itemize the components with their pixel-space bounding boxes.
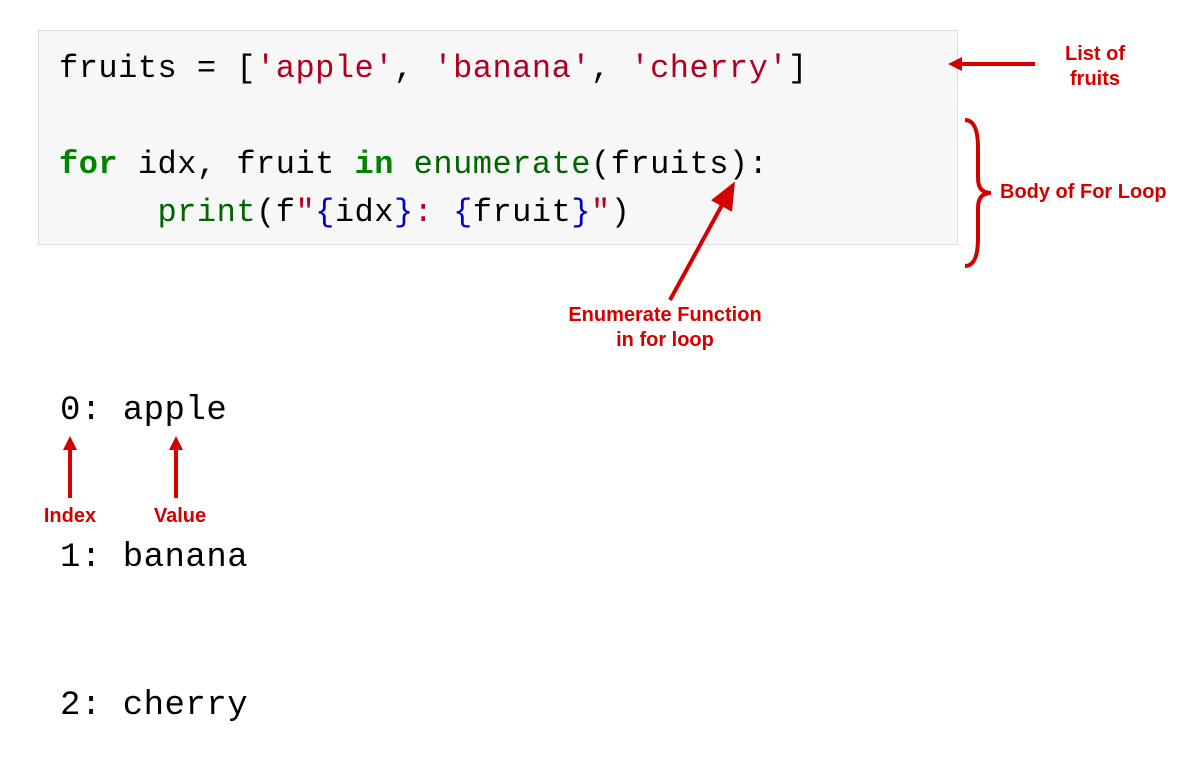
rparen: ) [611,194,631,231]
annot-list-fruits-l2: fruits [1040,67,1150,92]
lb1: { [315,194,335,231]
arrow-value-head-icon [169,436,183,450]
sp [394,146,414,183]
annot-enumerate: Enumerate Function in for loop [545,303,785,353]
fstr-colon: : [414,194,453,231]
str-banana: 'banana' [433,50,591,87]
kw-in: in [355,146,394,183]
annot-body-loop-text: Body of For Loop [1000,181,1167,203]
var-fruits: fruits [59,50,177,87]
str-apple: 'apple' [256,50,394,87]
code-line-3: for idx, fruit in enumerate(fruits): [59,141,937,189]
enumerate-func: enumerate [414,146,591,183]
code-line-1: fruits = ['apple', 'banana', 'cherry'] [59,45,937,93]
output-block: 0: apple 1: banana 2: cherry [60,288,248,781]
str-cherry: 'cherry' [630,50,788,87]
annot-value: Value [145,504,215,529]
rb1: } [394,194,414,231]
annot-index-text: Index [44,505,96,527]
annot-index: Index [35,504,105,529]
fstr-open: " [295,194,315,231]
arrow-index-line [68,448,72,498]
output-line-3: 2: cherry [60,682,248,731]
output-line-1: 0: apple [60,387,248,436]
output-line-2: 1: banana [60,534,248,583]
annot-value-text: Value [154,505,206,527]
kw-for: for [59,146,118,183]
v-idx: idx [335,194,394,231]
annot-enumerate-l2: in for loop [545,328,785,353]
brace-icon [963,118,993,268]
loop-vars: idx, fruit [118,146,354,183]
print-func: print [158,194,257,231]
call-args: (fruits): [591,146,768,183]
lparen: (f [256,194,295,231]
comma1: , [394,50,433,87]
arrow-list-fruits-head-icon [948,57,962,71]
annot-list-fruits: List of fruits [1040,42,1150,92]
arrow-index-head-icon [63,436,77,450]
annot-body-loop: Body of For Loop [1000,180,1190,205]
code-line-4: print(f"{idx}: {fruit}") [59,189,937,237]
v-fruit: fruit [473,194,572,231]
arrow-value-line [174,448,178,498]
code-line-2 [59,93,937,141]
annot-enumerate-l1: Enumerate Function [545,303,785,328]
annot-list-fruits-l1: List of [1040,42,1150,67]
lbracket: [ [236,50,256,87]
rb2: } [571,194,591,231]
eq: = [177,50,236,87]
code-block: fruits = ['apple', 'banana', 'cherry'] f… [38,30,958,245]
fstr-close: " [591,194,611,231]
lb2: { [453,194,473,231]
rbracket: ] [788,50,808,87]
arrow-list-fruits-line [960,62,1035,66]
comma2: , [591,50,630,87]
indent [59,194,158,231]
